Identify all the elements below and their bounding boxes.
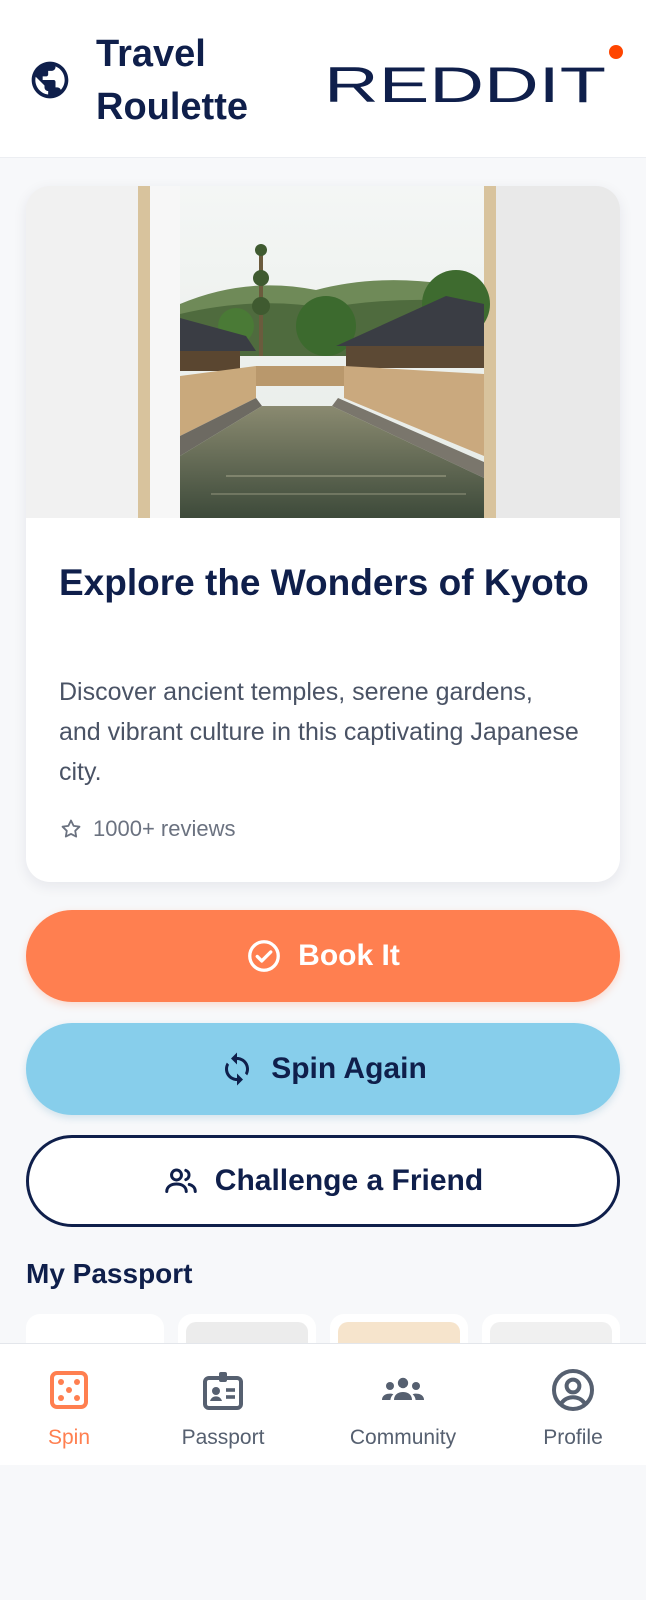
destination-description: Discover ancient temples, serene gardens… <box>59 678 579 786</box>
nav-label-community: Community <box>349 1426 457 1449</box>
nav-label-profile: Profile <box>543 1426 603 1449</box>
challenge-friend-label: Challenge a Friend <box>214 1164 484 1197</box>
nav-item-profile[interactable]: Profile <box>498 1366 646 1450</box>
star-outline-icon <box>61 819 81 838</box>
spin-again-label: Spin Again <box>271 1052 427 1085</box>
reviews-row: 1000+ reviews <box>59 814 235 844</box>
nav-label-passport: Passport <box>181 1426 265 1449</box>
destination-title: Explore the Wonders of Kyoto <box>59 562 589 603</box>
passport-section-title: My Passport <box>26 1258 193 1289</box>
svg-text:REDDIT: REDDIT <box>324 62 606 106</box>
book-it-button[interactable]: Book It <box>26 910 620 1002</box>
kyoto-canal-photo <box>26 186 620 518</box>
nav-label-spin: Spin <box>47 1426 91 1449</box>
globe-icon <box>31 61 69 99</box>
dice-icon <box>50 1371 88 1409</box>
nav-item-spin[interactable]: Spin <box>0 1366 144 1450</box>
book-it-label: Book It <box>298 939 400 972</box>
id-badge-icon <box>203 1372 243 1410</box>
destination-card[interactable]: Explore the Wonders of Kyoto Discover an… <box>26 186 620 882</box>
challenge-friend-button[interactable]: Challenge a Friend <box>26 1135 620 1227</box>
app-title: Travel Roulette <box>96 33 248 128</box>
brand-wordmark: REDDIT <box>324 62 606 106</box>
reviews-count: 1000+ reviews <box>93 816 236 841</box>
account-circle-icon <box>552 1369 594 1411</box>
nav-item-community[interactable]: Community <box>328 1366 478 1450</box>
nav-item-passport[interactable]: Passport <box>148 1366 298 1450</box>
people-outline-icon <box>165 1168 197 1193</box>
bottom-navigation: Spin Passport Community Profile <box>0 1343 646 1465</box>
group-icon <box>382 1377 424 1400</box>
refresh-icon <box>225 1052 250 1086</box>
app-header: Travel Roulette REDDIT <box>0 0 646 158</box>
notification-dot <box>609 45 623 59</box>
check-circle-icon <box>248 940 281 972</box>
spin-again-button[interactable]: Spin Again <box>26 1023 620 1115</box>
